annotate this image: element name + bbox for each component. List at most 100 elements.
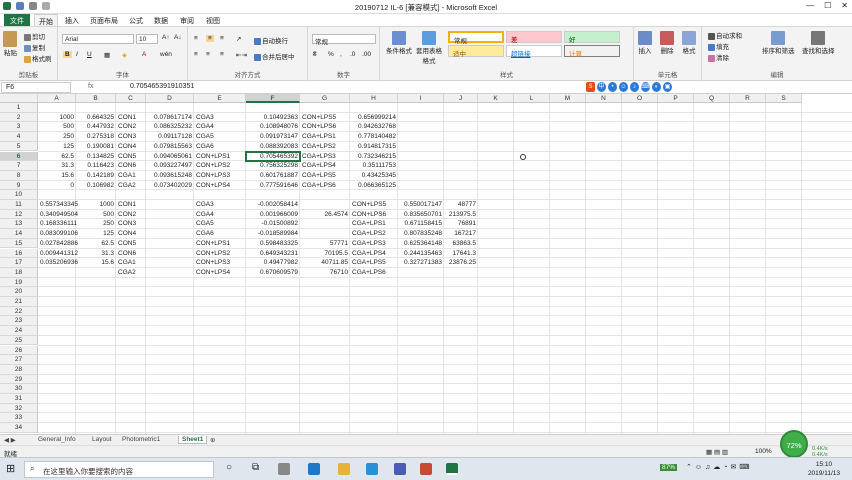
cell-c12[interactable]: CON2 (116, 210, 146, 219)
cell-a8[interactable]: 15.6 (38, 171, 76, 180)
cell-h13[interactable]: CGA+LPS1 (350, 219, 398, 228)
cell-j16[interactable]: 17641.3 (444, 249, 478, 258)
view-mode-icons[interactable]: ▦ ▤ ▥ (706, 448, 728, 456)
indent-icon[interactable]: ⇤⇥ (236, 51, 247, 59)
cell-h14[interactable]: CGA+LPS2 (350, 229, 398, 238)
cell-c16[interactable]: CON6 (116, 249, 146, 258)
cell-a11[interactable]: 0.557343345 (38, 200, 78, 209)
column-header-l[interactable]: L (514, 94, 550, 103)
cell-f14[interactable]: -0.018589984 (246, 229, 300, 238)
align-center-icon[interactable]: ≡ (206, 51, 210, 58)
cell-b11[interactable]: 1000 (76, 200, 116, 209)
cell-f18[interactable]: 0.670609579 (246, 268, 300, 277)
cell-i11[interactable]: 0.550017147 (398, 200, 444, 209)
copy-button[interactable]: 复制 (24, 42, 45, 52)
cell-a12[interactable]: 0.340949504 (38, 210, 78, 219)
cell-g17[interactable]: 40711.85 (300, 258, 350, 267)
tab-file[interactable]: 文件 (4, 14, 30, 26)
cell-g6[interactable]: CGA+LPS3 (300, 152, 350, 161)
font-shrink-icon[interactable]: A↓ (174, 34, 182, 41)
row-header-9[interactable]: 9 (0, 180, 38, 191)
cell-a7[interactable]: 31.3 (38, 161, 76, 170)
cell-i12[interactable]: 0.835650701 (398, 210, 444, 219)
cell-b13[interactable]: 250 (76, 219, 116, 228)
cell-c11[interactable]: CON1 (116, 200, 146, 209)
cell-c15[interactable]: CON5 (116, 239, 146, 248)
cell-f9[interactable]: 0.777591646 (246, 181, 300, 190)
cell-b12[interactable]: 500 (76, 210, 116, 219)
row-header-2[interactable]: 2 (0, 112, 38, 123)
cell-d5[interactable]: 0.079815563 (146, 142, 194, 151)
insert-cells-button[interactable]: 插入 (638, 31, 652, 55)
paste-button[interactable]: 粘贴 (3, 31, 18, 57)
cell-j14[interactable]: 167217 (444, 229, 478, 238)
select-all-corner[interactable] (0, 94, 38, 103)
conditional-format-button[interactable]: 条件格式 (384, 31, 414, 55)
cell-g4[interactable]: CGA+LPS1 (300, 132, 350, 141)
cell-f7[interactable]: 0.756325298 (246, 161, 300, 170)
cell-e4[interactable]: CGA5 (194, 132, 246, 141)
row-header-33[interactable]: 33 (0, 413, 38, 424)
cell-a14[interactable]: 0.083099106 (38, 229, 78, 238)
sheet-tab-general-info[interactable]: General_Info (38, 436, 76, 443)
cell-h16[interactable]: CGA+LPS4 (350, 249, 398, 258)
zoom-level[interactable]: 100% (755, 448, 772, 455)
cell-j11[interactable]: 48777 (444, 200, 478, 209)
cell-e13[interactable]: CGA5 (194, 219, 246, 228)
cell-g3[interactable]: CON+LPS6 (300, 122, 350, 131)
cell-g2[interactable]: CON+LPS5 (300, 113, 350, 122)
decrease-decimal-icon[interactable]: .00 (362, 51, 371, 58)
cell-c5[interactable]: CON4 (116, 142, 146, 151)
cell-i13[interactable]: 0.671158415 (398, 219, 444, 228)
row-header-18[interactable]: 18 (0, 267, 38, 278)
emoji-icon[interactable]: ☺ (619, 82, 628, 92)
pinwheel-app-icon[interactable] (278, 463, 290, 475)
column-header-o[interactable]: O (622, 94, 658, 103)
align-left-icon[interactable]: ≡ (194, 51, 198, 58)
column-header-c[interactable]: C (116, 94, 146, 103)
tab-page-layout[interactable]: 页面布局 (86, 15, 122, 27)
cell-b2[interactable]: 0.664325 (76, 113, 116, 122)
delete-cells-button[interactable]: 删除 (660, 31, 674, 55)
column-header-b[interactable]: B (76, 94, 116, 103)
app-a-icon[interactable] (394, 463, 406, 475)
cell-e8[interactable]: CON+LPS3 (194, 171, 246, 180)
style-normal[interactable]: 常规 (448, 31, 504, 45)
cell-e3[interactable]: CGA4 (194, 122, 246, 131)
cell-b8[interactable]: 0.142189 (76, 171, 116, 180)
align-bottom-icon[interactable]: ≡ (220, 35, 224, 42)
cell-e2[interactable]: CGA3 (194, 113, 246, 122)
sheet-tab-layout[interactable]: Layout (92, 436, 112, 443)
punctuation-icon[interactable]: • (608, 82, 617, 92)
cell-h9[interactable]: 0.066365125 (350, 181, 398, 190)
row-header-11[interactable]: 11 (0, 200, 38, 210)
cell-c6[interactable]: CON5 (116, 152, 146, 161)
column-header-a[interactable]: A (38, 94, 76, 103)
cell-e14[interactable]: CGA6 (194, 229, 246, 238)
sogou-logo-icon[interactable]: S (586, 82, 595, 92)
cell-b4[interactable]: 0.275318 (76, 132, 116, 141)
cell-g5[interactable]: CGA+LPS2 (300, 142, 350, 151)
column-header-f[interactable]: F (246, 94, 300, 103)
battery-indicator[interactable]: 87% (660, 464, 678, 471)
cell-i14[interactable]: 0.807835248 (398, 229, 444, 238)
cell-a9[interactable]: 0 (38, 181, 76, 190)
cell-a2[interactable]: 1000 (38, 113, 76, 122)
tab-home[interactable]: 开始 (34, 14, 58, 26)
cell-d4[interactable]: 0.09117128 (146, 132, 194, 141)
cell-b17[interactable]: 15.6 (76, 258, 116, 267)
tab-data[interactable]: 数据 (150, 15, 172, 27)
cell-j15[interactable]: 63863.5 (444, 239, 478, 248)
orientation-icon[interactable]: ↗ (236, 35, 241, 43)
row-header-14[interactable]: 14 (0, 229, 38, 239)
row-header-7[interactable]: 7 (0, 161, 38, 171)
cell-f15[interactable]: 0.598483325 (246, 239, 300, 248)
minimize-button[interactable]: — (806, 1, 814, 10)
cell-e17[interactable]: CON+LPS3 (194, 258, 246, 267)
wrap-text-button[interactable]: 自动换行 (254, 35, 288, 45)
column-header-q[interactable]: Q (694, 94, 730, 103)
style-neutral[interactable]: 适中 (448, 45, 504, 58)
cell-g12[interactable]: 26.4574 (300, 210, 350, 219)
cell-g8[interactable]: CGA+LPS5 (300, 171, 350, 180)
column-header-k[interactable]: K (478, 94, 514, 103)
